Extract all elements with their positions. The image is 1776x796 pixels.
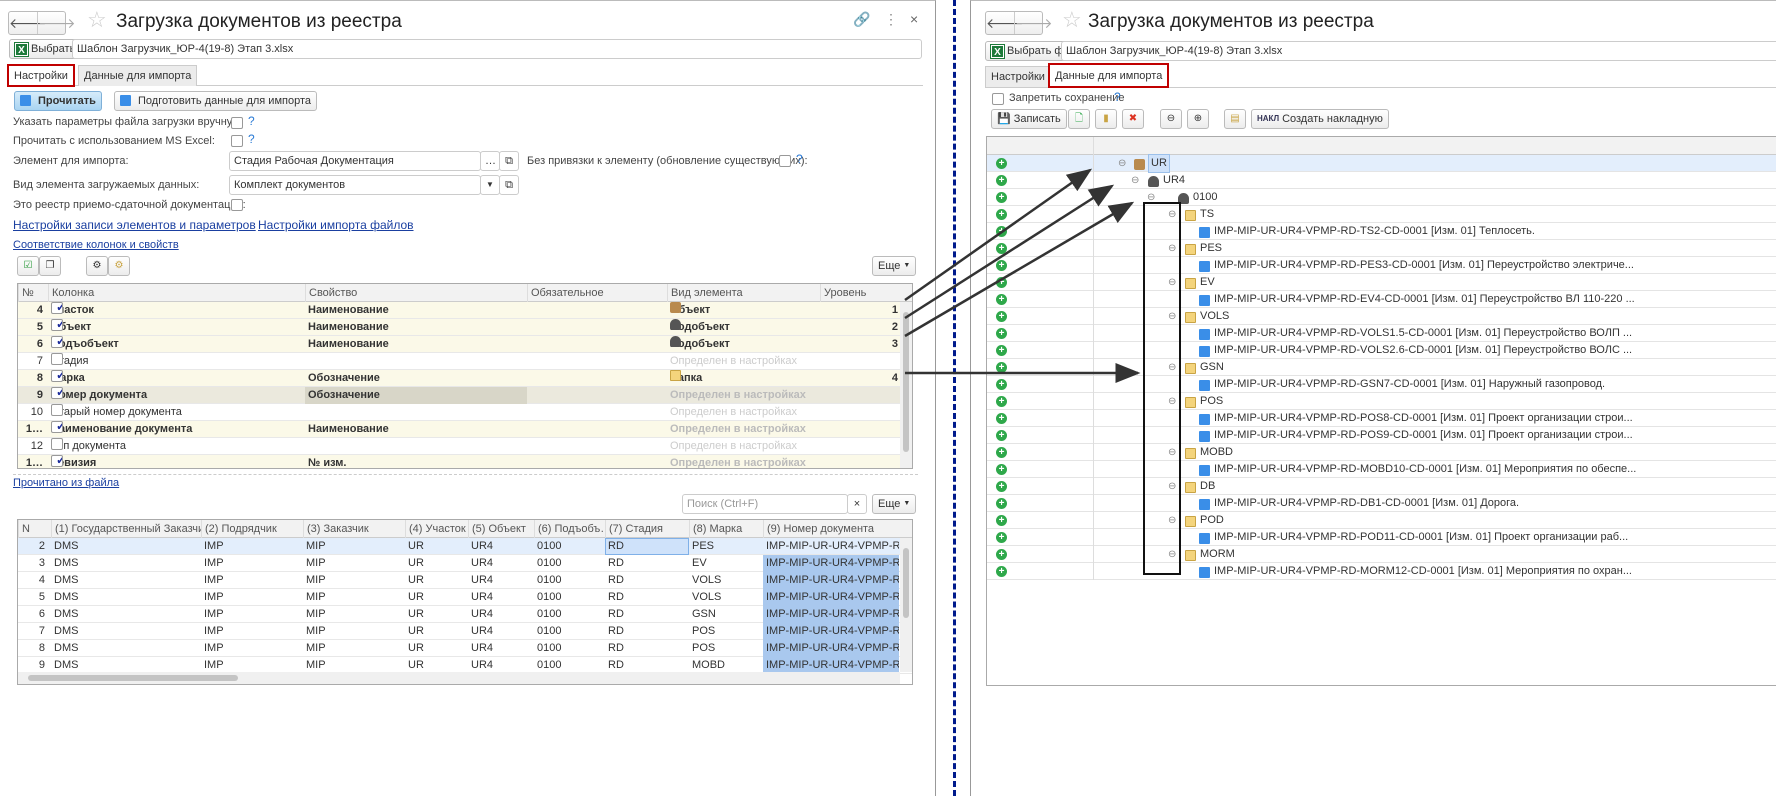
annotation-overlay [904, 168, 1181, 575]
arrow-level-2 [904, 184, 1115, 320]
folder-level-highlight-box [1143, 202, 1181, 575]
arrow-level-3 [904, 201, 1135, 338]
